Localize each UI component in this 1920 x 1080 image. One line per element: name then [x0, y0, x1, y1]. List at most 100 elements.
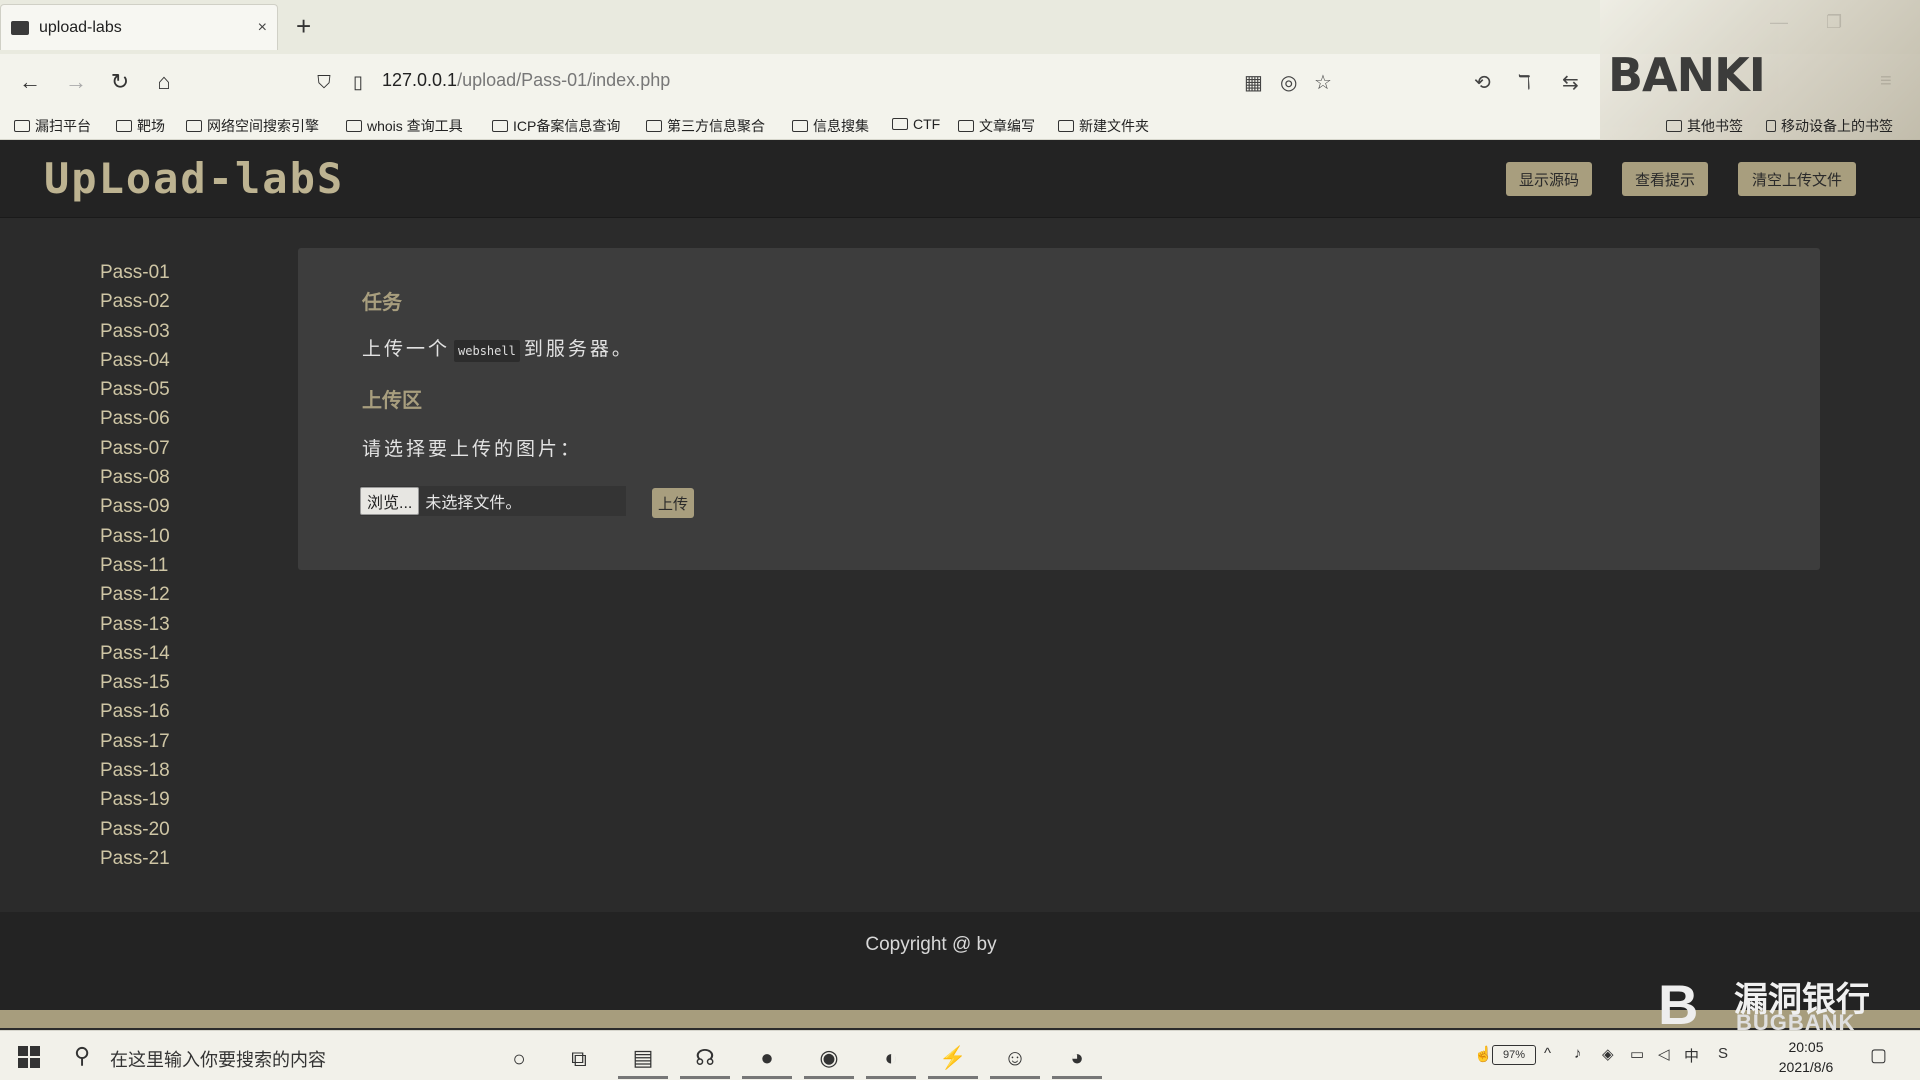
sidebar-item-pass-19[interactable]: Pass-19	[100, 785, 260, 814]
folder-icon	[892, 118, 908, 130]
user-app-icon[interactable]: ☺	[990, 1039, 1040, 1079]
task-view-icon[interactable]: ⧉	[554, 1039, 604, 1079]
browse-button[interactable]: 浏览...	[360, 487, 420, 515]
bookmark-folder-mobile[interactable]: 移动设备上的书签	[1766, 116, 1893, 136]
extension-icon[interactable]: ◎	[1280, 70, 1297, 95]
bookmark-folder[interactable]: 第三方信息聚合	[646, 116, 765, 136]
sidebar-item-pass-13[interactable]: Pass-13	[100, 610, 260, 639]
url-path: /upload/Pass-01/index.php	[457, 70, 671, 90]
firefox-icon[interactable]: ◕	[1052, 1039, 1102, 1079]
sidebar-item-pass-08[interactable]: Pass-08	[100, 463, 260, 492]
cortana-icon[interactable]: ○	[494, 1039, 544, 1079]
chrome-icon[interactable]: ◉	[804, 1039, 854, 1079]
headset-app-icon[interactable]: ☊	[680, 1039, 730, 1079]
forward-icon[interactable]: →	[62, 68, 90, 96]
taskbar-search-input[interactable]: 在这里输入你要搜索的内容	[110, 1046, 326, 1072]
bookmark-folder[interactable]: 网络空间搜索引擎	[186, 116, 319, 136]
sidebar-item-pass-14[interactable]: Pass-14	[100, 639, 260, 668]
task-heading: 任务	[362, 292, 402, 314]
bookmark-folder[interactable]: 新建文件夹	[1058, 116, 1149, 136]
file-status: 未选择文件。	[425, 495, 522, 512]
file-explorer-icon[interactable]: ▤	[618, 1039, 668, 1079]
horizontal-scrollbar[interactable]	[0, 1010, 1920, 1028]
bookmark-folder-other[interactable]: 其他书签	[1666, 116, 1743, 136]
sidebar-item-pass-21[interactable]: Pass-21	[100, 844, 260, 873]
bookmark-folder[interactable]: 信息搜集	[792, 116, 869, 136]
upload-button[interactable]: 上传	[652, 488, 694, 518]
sidebar-item-pass-02[interactable]: Pass-02	[100, 287, 260, 316]
home-icon[interactable]: ⌂	[150, 68, 178, 96]
bookmark-folder[interactable]: whois 查询工具	[346, 116, 463, 136]
shield-icon[interactable]: ⛉	[310, 68, 338, 96]
upload-prompt: 请选择要上传的图片：	[362, 439, 583, 460]
sidebar-item-pass-11[interactable]: Pass-11	[100, 551, 260, 580]
sidebar-item-pass-17[interactable]: Pass-17	[100, 727, 260, 756]
notification-icon[interactable]: ▢	[1870, 1045, 1887, 1066]
site-logo[interactable]: UpLoad-labS	[44, 154, 344, 203]
back-icon[interactable]: ←	[16, 68, 44, 96]
terminal-app-icon[interactable]: ⚡	[928, 1039, 978, 1079]
sidebar-item-pass-01[interactable]: Pass-01	[100, 258, 260, 287]
bookmark-folder[interactable]: 文章编写	[958, 116, 1035, 136]
folder-icon	[646, 120, 662, 132]
network-icon[interactable]: ▭	[1630, 1045, 1644, 1063]
touch-icon[interactable]: ☝	[1474, 1045, 1493, 1063]
sidebar-item-pass-15[interactable]: Pass-15	[100, 668, 260, 697]
tab-title: upload-labs	[39, 18, 122, 36]
sidebar-item-pass-07[interactable]: Pass-07	[100, 434, 260, 463]
bookmark-folder[interactable]: ICP备案信息查询	[492, 116, 620, 136]
bugbank-logo-icon: B	[1658, 973, 1699, 1036]
sidebar-item-pass-10[interactable]: Pass-10	[100, 522, 260, 551]
taskbar-clock[interactable]: 20:05 2021/8/6	[1756, 1037, 1856, 1077]
battery-indicator[interactable]: 97%	[1492, 1045, 1536, 1065]
powerpoint-icon[interactable]: ●	[742, 1039, 792, 1079]
sidebar-item-pass-03[interactable]: Pass-03	[100, 317, 260, 346]
bookmark-star-icon[interactable]: ☆	[1314, 70, 1332, 95]
tray-expand-icon[interactable]: ^	[1544, 1045, 1551, 1062]
view-hint-button[interactable]: 查看提示	[1622, 162, 1708, 196]
obs-icon[interactable]: ◐	[866, 1039, 916, 1079]
show-source-button[interactable]: 显示源码	[1506, 162, 1592, 196]
file-input[interactable]: 浏览... 未选择文件。	[360, 486, 626, 516]
sidebar-item-pass-18[interactable]: Pass-18	[100, 756, 260, 785]
bugbank-watermark: B 漏洞银行 BUGBANK	[1650, 970, 1920, 1036]
watermark-text: BANKI	[1608, 48, 1766, 102]
upload-area-heading: 上传区	[362, 390, 422, 412]
ime-icon[interactable]: 中	[1684, 1045, 1699, 1066]
volume-icon[interactable]: ◁	[1658, 1045, 1670, 1063]
microphone-icon[interactable]: ♪	[1574, 1045, 1582, 1062]
sidebar-item-pass-05[interactable]: Pass-05	[100, 375, 260, 404]
folder-icon	[116, 120, 132, 132]
bookmark-folder[interactable]: CTF	[892, 116, 940, 132]
windows-start-icon[interactable]	[18, 1046, 40, 1068]
search-icon[interactable]: ⚲	[74, 1043, 90, 1069]
translate-icon[interactable]: ℸ	[1518, 70, 1531, 95]
folder-icon	[1058, 120, 1074, 132]
share-icon[interactable]: ⇆	[1562, 70, 1579, 95]
bookmark-folder[interactable]: 靶场	[116, 116, 165, 136]
sidebar-item-pass-20[interactable]: Pass-20	[100, 815, 260, 844]
windows-taskbar: ⚲ 在这里输入你要搜索的内容 ○ ⧉ ▤ ☊ ● ◉ ◐ ⚡ ☺ ◕ ☝ 97%…	[0, 1030, 1920, 1080]
browser-tab[interactable]: upload-labs ×	[0, 4, 278, 50]
qr-code-icon[interactable]: ▦	[1244, 70, 1263, 95]
pass-sidebar: Pass-01 Pass-02 Pass-03 Pass-04 Pass-05 …	[100, 258, 260, 873]
tab-close-icon[interactable]: ×	[258, 19, 267, 37]
account-icon[interactable]: ⟲	[1474, 70, 1491, 95]
sidebar-item-pass-04[interactable]: Pass-04	[100, 346, 260, 375]
sidebar-item-pass-12[interactable]: Pass-12	[100, 580, 260, 609]
tray-app-icon[interactable]: ◈	[1602, 1045, 1614, 1063]
address-bar[interactable]: 127.0.0.1/upload/Pass-01/index.php	[382, 70, 670, 91]
folder-icon	[492, 120, 508, 132]
url-host: 127.0.0.1	[382, 70, 458, 90]
sync-icon[interactable]: S	[1718, 1045, 1728, 1062]
sidebar-item-pass-16[interactable]: Pass-16	[100, 697, 260, 726]
sidebar-item-pass-09[interactable]: Pass-09	[100, 492, 260, 521]
clear-uploads-button[interactable]: 清空上传文件	[1738, 162, 1856, 196]
upload-panel: 任务 上传一个 webshell 到服务器。 上传区 请选择要上传的图片： 浏览..…	[298, 248, 1820, 570]
reload-icon[interactable]: ↻	[106, 68, 134, 96]
sidebar-item-pass-06[interactable]: Pass-06	[100, 404, 260, 433]
bookmark-folder[interactable]: 漏扫平台	[14, 116, 91, 136]
new-tab-button[interactable]: +	[296, 12, 311, 40]
tab-favicon-icon	[11, 20, 29, 35]
folder-icon	[346, 120, 362, 132]
